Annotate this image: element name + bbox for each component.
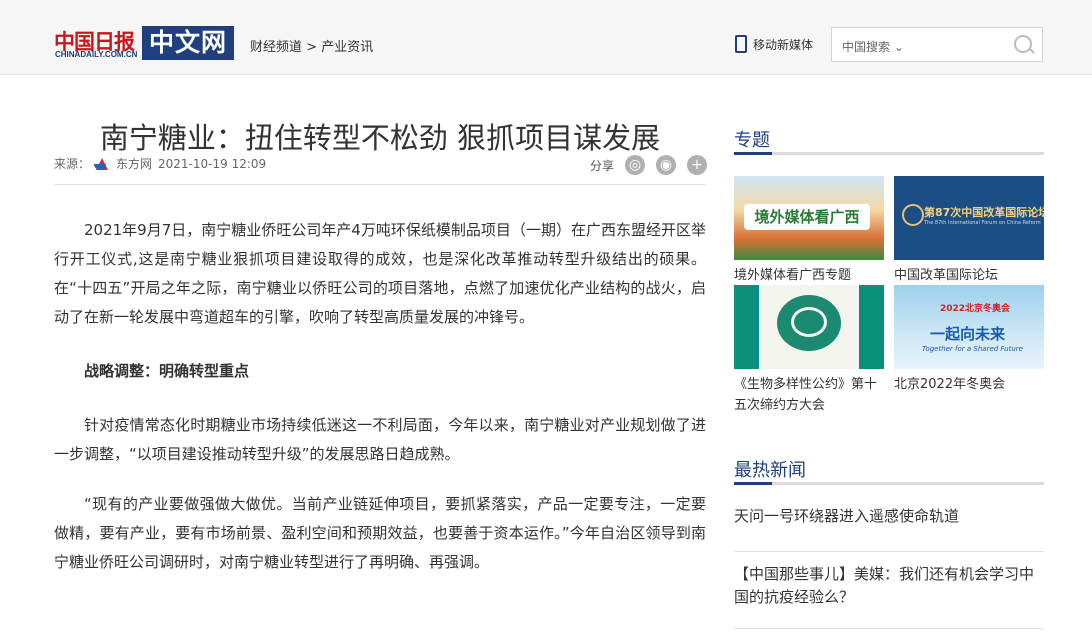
topics-heading: 专题 (734, 130, 770, 151)
mobile-media-link[interactable]: 移动新媒体 (735, 35, 813, 53)
topic-card[interactable]: 第87次中国改革国际论坛 The 87th International Foru… (894, 176, 1044, 286)
search-engine-select[interactable]: 中国搜索 ⌄ (842, 38, 904, 55)
topic-caption[interactable]: 《生物多样性公约》第十五次缔约方大会 (734, 374, 884, 416)
site-header: 中国日报 CHINADAILY.COM.CN 中文网 财经频道 > 产业资讯 移… (0, 0, 1092, 75)
biodiversity-emblem-icon (777, 295, 841, 351)
share-bar: 分享 ◎ ◉ + (590, 155, 708, 175)
topics-heading-rule (734, 152, 1044, 155)
mobile-media-label: 移动新媒体 (753, 37, 814, 52)
article-paragraph: 针对疫情常态化时期糖业市场持续低迷这一不利局面，今年以来，南宁糖业对产业规划做了… (54, 416, 706, 463)
topic-card[interactable]: 《生物多样性公约》第十五次缔约方大会 (734, 285, 884, 416)
search-icon[interactable] (1014, 35, 1032, 53)
topic-card[interactable]: 境外媒体看广西 境外媒体看广西专题 (734, 176, 884, 286)
source-name[interactable]: 东方网 (116, 155, 152, 172)
topic-image-winter-olympics[interactable]: 2022北京冬奥会 一起向未来 Together for a Shared Fu… (894, 285, 1044, 369)
topic-caption[interactable]: 北京2022年冬奥会 (894, 374, 1044, 395)
topic-image-biodiversity[interactable] (734, 285, 884, 369)
hot-news-heading-rule (734, 482, 1044, 485)
breadcrumb-separator: > (306, 40, 318, 55)
topic-image-logo-text: 2022北京冬奥会 (940, 304, 1011, 314)
topic-image-subtext: Together for a Shared Future (922, 345, 1023, 353)
phone-icon (735, 35, 747, 53)
topic-image-text: 境外媒体看广西 (744, 204, 870, 230)
publish-datetime: 2021-10-19 12:09 (158, 156, 267, 171)
weibo-icon[interactable]: ◉ (656, 155, 677, 175)
chinadaily-logo-mark: 中国日报 CHINADAILY.COM.CN (54, 26, 140, 62)
article-meta: 来源： 东方网 2021-10-19 12:09 (54, 155, 266, 172)
logo-zhongwen: 中文网 (142, 26, 234, 60)
share-label: 分享 (590, 158, 615, 173)
meta-divider (54, 184, 706, 185)
topic-image-text: 第87次中国改革国际论坛 (924, 206, 1044, 219)
topic-image-text: 一起向未来 (930, 325, 1006, 343)
hot-news-divider (734, 551, 1044, 552)
article-paragraph: 2021年9月7日，南宁糖业侨旺公司年产4万吨环保纸模制品项目（一期）在广西东盟… (54, 221, 706, 326)
topic-caption[interactable]: 境外媒体看广西专题 (734, 265, 884, 286)
breadcrumb-finance[interactable]: 财经频道 (250, 40, 302, 55)
hot-news-divider (734, 628, 1044, 629)
topic-image-reform-forum[interactable]: 第87次中国改革国际论坛 The 87th International Foru… (894, 176, 1044, 260)
more-share-icon[interactable]: + (687, 155, 708, 175)
hot-news-heading: 最热新闻 (734, 460, 806, 481)
hot-news-item[interactable]: 天问一号环绕器进入遥感使命轨道 (734, 505, 1044, 528)
breadcrumb-industry[interactable]: 产业资讯 (321, 40, 373, 55)
article-paragraph: “现有的产业要做强做大做优。当前产业链延伸项目，要抓紧落实，产品一定要专注，一定… (54, 495, 706, 571)
topic-image-subtext: The 87th International Forum on China Re… (924, 220, 1041, 226)
logo-en-text: CHINADAILY.COM.CN (55, 50, 138, 59)
topic-card[interactable]: 2022北京冬奥会 一起向未来 Together for a Shared Fu… (894, 285, 1044, 395)
biodiversity-poster (759, 285, 859, 369)
wechat-icon[interactable]: ◎ (625, 155, 646, 175)
source-logo-icon (94, 157, 109, 171)
article-subheading: 战略调整：明确转型重点 (84, 362, 250, 380)
breadcrumb: 财经频道 > 产业资讯 (250, 36, 373, 55)
article-body: 2021年9月7日，南宁糖业侨旺公司年产4万吨环保纸模制品项目（一期）在广西东盟… (54, 216, 706, 577)
topic-image-guangxi[interactable]: 境外媒体看广西 (734, 176, 884, 260)
hot-news-item[interactable]: 【中国那些事儿】美媒：我们还有机会学习中国的抗疫经验么？ (734, 563, 1044, 609)
source-label: 来源： (54, 157, 91, 171)
article-title: 南宁糖业：扭住转型不松劲 狠抓项目谋发展 (99, 121, 661, 156)
topic-caption[interactable]: 中国改革国际论坛 (894, 265, 1044, 286)
forum-emblem-icon (902, 204, 924, 226)
search-box[interactable]: 中国搜索 ⌄ (831, 27, 1043, 62)
